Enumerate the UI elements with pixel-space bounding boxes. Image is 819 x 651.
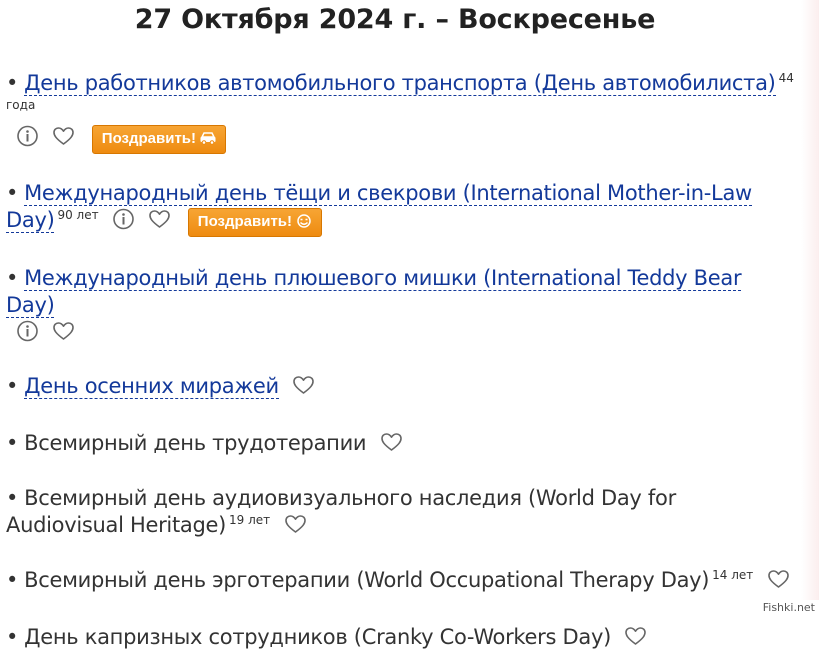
list-item: • День работников автомобильного транспор…: [6, 70, 796, 154]
list-item: • Международный день тёщи и свекрови (Int…: [6, 180, 796, 237]
list-item: • День капризных сотрудников (Cranky Co-W…: [6, 624, 796, 651]
bullet: •: [6, 181, 19, 205]
years-badge: 19 лет: [229, 513, 271, 527]
holiday-link[interactable]: Международный день плюшевого мишки (Inte…: [6, 266, 742, 318]
bullet: •: [6, 71, 19, 95]
bullet: •: [6, 266, 19, 290]
list-item: • Международный день плюшевого мишки (Int…: [6, 265, 796, 346]
bullet: •: [6, 486, 19, 510]
heart-icon[interactable]: [52, 125, 75, 147]
list-item: • Всемирный день трудотерапии: [6, 430, 796, 457]
heart-icon[interactable]: [380, 431, 403, 453]
list-item: • Всемирный день аудиовизуального наследи…: [6, 485, 796, 539]
holiday-link[interactable]: День работников автомобильного транспорт…: [24, 71, 776, 96]
heart-icon[interactable]: [52, 320, 75, 342]
years-badge: 14 лет: [712, 568, 754, 582]
list-item: • Всемирный день эрготерапии (World Occup…: [6, 567, 796, 594]
bullet: •: [6, 568, 19, 592]
bullet: •: [6, 431, 19, 455]
side-decoration: [801, 0, 819, 600]
holiday-name: Всемирный день эрготерапии (World Occupa…: [24, 568, 710, 592]
smiley-icon: [295, 214, 313, 228]
heart-icon[interactable]: [292, 374, 315, 396]
info-icon[interactable]: [112, 208, 135, 230]
bullet: •: [6, 374, 19, 398]
watermark: Fishki.net: [762, 601, 815, 614]
heart-icon[interactable]: [767, 568, 790, 590]
info-icon[interactable]: [16, 125, 39, 147]
holiday-name: День капризных сотрудников (Cranky Co-Wo…: [24, 625, 611, 649]
holiday-link[interactable]: День осенних миражей: [24, 374, 279, 399]
holiday-name: Всемирный день аудиовизуального наследия…: [6, 486, 676, 537]
congratulate-button[interactable]: Поздравить!: [187, 208, 323, 237]
congratulate-button[interactable]: Поздравить!: [91, 125, 227, 154]
heart-icon[interactable]: [148, 208, 171, 230]
heart-icon[interactable]: [624, 625, 647, 647]
car-icon: [199, 131, 217, 145]
heart-icon[interactable]: [284, 513, 307, 535]
list-item: • День осенних миражей: [6, 373, 796, 400]
info-icon[interactable]: [16, 320, 39, 342]
holiday-list: • День работников автомобильного транспор…: [6, 70, 796, 651]
years-badge: 90 лет: [57, 208, 99, 222]
bullet: •: [6, 625, 19, 649]
page-title: 27 Октября 2024 г. – Воскресенье: [134, 4, 656, 35]
holiday-name: Всемирный день трудотерапии: [24, 431, 367, 455]
